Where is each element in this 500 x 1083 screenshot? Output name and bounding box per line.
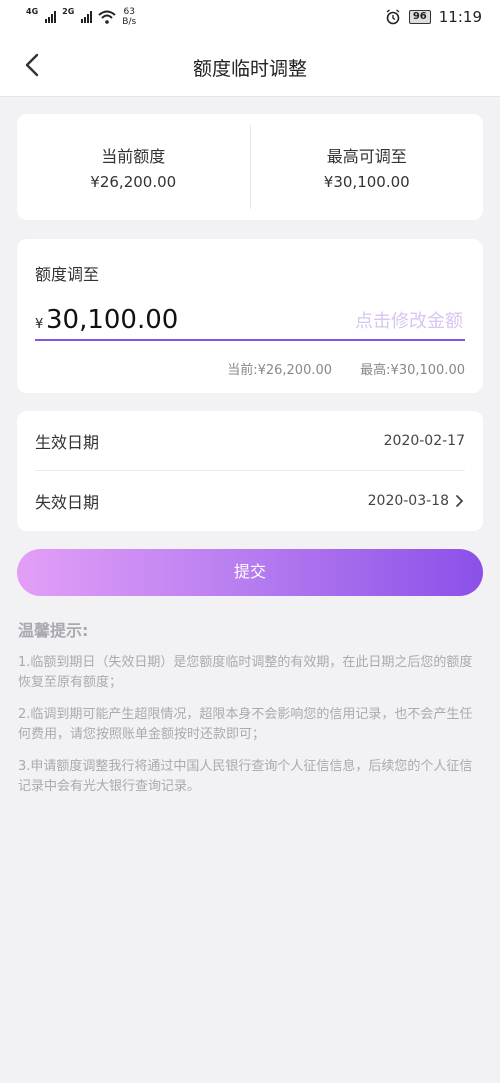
expiry-date-row[interactable]: 失效日期 2020-03-18 [35,471,465,531]
current-limit-value: ¥26,200.00 [90,173,177,191]
network-type-2: 2G [62,7,75,16]
max-limit-label: 最高可调至 [326,147,407,166]
page-title: 额度临时调整 [192,58,307,80]
current-limit: 当前额度 ¥26,200.00 [17,143,250,191]
dates-card: 生效日期 2020-02-17 失效日期 2020-03-18 [17,411,483,531]
expiry-date-label: 失效日期 [35,493,100,512]
amount-value[interactable]: 30,100.00 [46,305,178,335]
max-limit: 最高可调至 ¥30,100.00 [251,143,484,191]
status-left: 4G 2G 63 B/s [26,7,136,27]
chevron-right-icon [456,495,464,507]
network-type-1: 4G [26,7,39,16]
battery-indicator: 96 [408,10,431,24]
submit-button[interactable]: 提交 [17,549,483,596]
current-note: 当前:¥26,200.00 [227,363,333,378]
effective-date-row: 生效日期 2020-02-17 [35,411,465,471]
edit-amount-hint[interactable]: 点击修改金额 [355,307,463,333]
limit-summary-card: 当前额度 ¥26,200.00 最高可调至 ¥30,100.00 [17,114,483,220]
max-limit-value: ¥30,100.00 [323,173,410,191]
tip-item: 2.临调到期可能产生超限情况，超限本身不会影响您的信用记录，也不会产生任何费用，… [18,707,473,742]
amount-input[interactable]: ¥ 30,100.00 点击修改金额 [35,303,465,341]
max-note: 最高:¥30,100.00 [360,363,465,378]
tips-title: 温馨提示: [18,621,89,640]
speed-unit: B/s [122,17,137,27]
status-right: 96 11:19 [385,8,482,26]
status-bar: 4G 2G 63 B/s 96 11:19 [0,0,500,34]
effective-date-label: 生效日期 [35,432,100,452]
speed-value: 63 [123,7,135,17]
tip-item: 3.申请额度调整我行将通过中国人民银行查询个人征信信息，后续您的个人征信记录中会… [18,759,473,794]
signal-icon [45,11,57,23]
network-speed: 63 B/s [122,7,136,27]
tip-item: 1.临额到期日（失效日期）是您额度临时调整的有效期，在此日期之后您的额度恢复至原… [18,655,473,690]
clock: 11:19 [438,8,482,26]
adjust-label: 额度调至 [35,265,100,284]
expiry-date-value: 2020-03-18 [367,493,449,509]
effective-date-value: 2020-02-17 [383,432,465,449]
currency-symbol: ¥ [35,317,44,332]
alarm-icon [386,9,400,25]
signal-icon-2 [81,11,93,23]
current-limit-label: 当前额度 [101,147,166,166]
amount-notes: 当前:¥26,200.00 最高:¥30,100.00 [227,359,465,378]
expiry-date-selector[interactable]: 2020-03-18 [368,493,465,509]
adjust-amount-card: 额度调至 ¥ 30,100.00 点击修改金额 当前:¥26,200.00 最高… [17,239,483,393]
wifi-icon [98,10,116,24]
nav-bar: 额度临时调整 [0,34,500,97]
